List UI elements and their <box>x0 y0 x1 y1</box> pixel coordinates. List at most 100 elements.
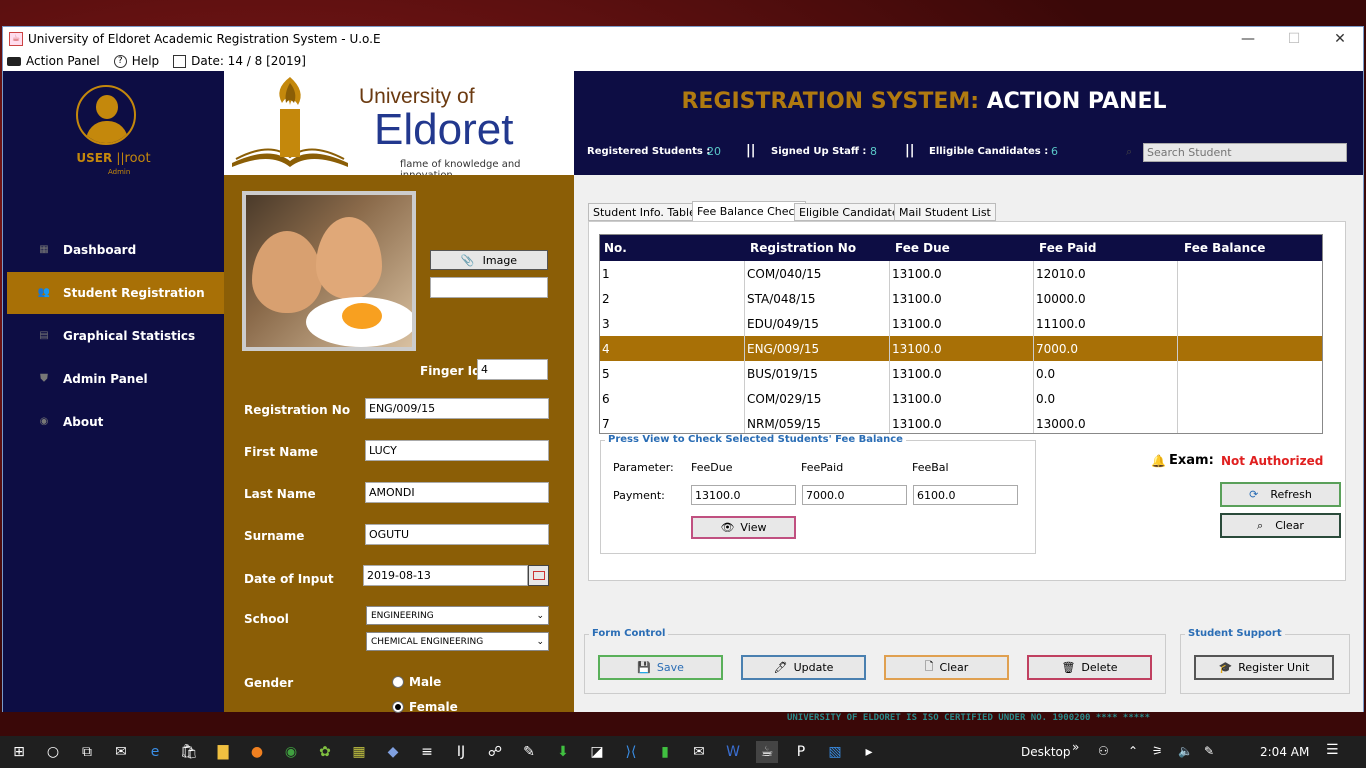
update-button[interactable]: 🖊 Update <box>741 655 866 680</box>
search-input[interactable] <box>1143 143 1347 162</box>
app-icon-5[interactable]: ✎ <box>518 741 540 763</box>
close-button[interactable]: ✕ <box>1317 27 1363 51</box>
table-row[interactable]: 4 ENG/009/15 13100.0 7000.0 <box>600 336 1322 361</box>
app-icon-2[interactable]: ▦ <box>348 741 370 763</box>
table-row[interactable]: 1 COM/040/15 13100.0 12010.0 <box>600 261 1322 286</box>
app-icon-11[interactable]: ▧ <box>824 741 846 763</box>
fee-bal-field[interactable]: 6100.0 <box>913 485 1018 505</box>
gender-male-radio[interactable]: Male <box>392 675 441 689</box>
chrome-icon[interactable]: ◉ <box>280 741 302 763</box>
word-icon[interactable]: W <box>722 741 744 763</box>
desktop-label[interactable]: Desktop <box>1021 745 1071 759</box>
tab-eligible-candidates[interactable]: Eligible Candidates <box>794 203 910 221</box>
image-button[interactable]: 📎 Image <box>430 250 548 270</box>
header: REGISTRATION SYSTEM: ACTION PANEL Regist… <box>574 71 1363 175</box>
maximize-button[interactable]: ☐ <box>1271 27 1317 51</box>
book-torch-emblem-icon <box>232 77 348 167</box>
pen-icon[interactable]: ✎ <box>1204 744 1214 758</box>
volume-icon[interactable]: 🔈 <box>1178 744 1193 758</box>
menu-date[interactable]: Date: 14 / 8 [2019] <box>169 54 306 68</box>
app-icon-4[interactable]: ☍ <box>484 741 506 763</box>
table-row[interactable]: 5 BUS/019/15 13100.0 0.0 <box>600 361 1322 386</box>
exam-clear-button[interactable]: ⌕ Clear <box>1220 513 1341 538</box>
sidebar-item-admin-panel[interactable]: ⛊ Admin Panel <box>7 358 224 400</box>
table-row[interactable]: 7 NRM/059/15 13100.0 13000.0 <box>600 411 1322 433</box>
image-path-field[interactable] <box>430 277 548 298</box>
fee-due-field[interactable]: 13100.0 <box>691 485 796 505</box>
java-taskbar-icon[interactable]: ☕ <box>756 741 778 763</box>
tab-mail-student-list[interactable]: Mail Student List <box>894 203 996 221</box>
minimize-button[interactable]: — <box>1225 27 1271 51</box>
table-row[interactable]: 3 EDU/049/15 13100.0 11100.0 <box>600 311 1322 336</box>
app-icon-1[interactable]: ✿ <box>314 741 336 763</box>
sidebar-item-label: Graphical Statistics <box>63 329 196 343</box>
chevron-up-icon[interactable]: ⌃ <box>1128 744 1138 758</box>
menu-help[interactable]: ? Help <box>110 54 159 68</box>
table-row[interactable]: 6 COM/029/15 13100.0 0.0 <box>600 386 1322 411</box>
calendar-picker-button[interactable] <box>528 565 549 586</box>
page-title: REGISTRATION SYSTEM: ACTION PANEL <box>574 89 1274 114</box>
save-button[interactable]: 💾 Save <box>598 655 723 680</box>
calendar-icon <box>532 571 545 580</box>
table-cell: 6 <box>600 386 745 411</box>
department-select[interactable]: CHEMICAL ENGINEERING ⌄ <box>366 632 549 651</box>
tab-student-info-table[interactable]: Student Info. Table <box>588 203 701 221</box>
clock[interactable]: 2:04 AM <box>1260 745 1309 759</box>
app-icon-9[interactable]: ✉ <box>688 741 710 763</box>
store-icon[interactable]: 🛍 <box>178 741 200 763</box>
refresh-button-label: Refresh <box>1270 488 1312 501</box>
tab-fee-balance-check[interactable]: Fee Balance Check <box>692 201 806 221</box>
table-cell: 13100.0 <box>890 286 1034 311</box>
virtualbox-icon[interactable]: ◆ <box>382 741 404 763</box>
eye-icon: 👁 <box>720 521 735 534</box>
delete-button[interactable]: 🗑 Delete <box>1027 655 1152 680</box>
date-of-input-field[interactable]: 2019-08-13 <box>363 565 528 586</box>
app-icon-10[interactable]: P <box>790 741 812 763</box>
notification-icon[interactable]: ☰ <box>1326 742 1339 758</box>
app-icon-3[interactable]: ≡ <box>416 741 438 763</box>
mail-icon[interactable]: ✉ <box>110 741 132 763</box>
firefox-icon[interactable]: ● <box>246 741 268 763</box>
surname-field[interactable]: OGUTU <box>365 524 549 545</box>
clear-button[interactable]: 🗋 Clear <box>884 655 1009 680</box>
task-view-icon[interactable]: ⧉ <box>76 741 98 763</box>
windows-start-icon[interactable]: ⊞ <box>8 741 30 763</box>
table-row[interactable]: 2 STA/048/15 13100.0 10000.0 <box>600 286 1322 311</box>
finger-id-field[interactable]: 4 <box>477 359 548 380</box>
app-icon-8[interactable]: ▮ <box>654 741 676 763</box>
fee-due-col-label: FeeDue <box>691 461 733 474</box>
gender-label: Gender <box>244 676 294 690</box>
edge-icon[interactable]: e <box>144 741 166 763</box>
refresh-button[interactable]: ⟳ Refresh <box>1220 482 1341 507</box>
app-icon-12[interactable]: ▸ <box>858 741 880 763</box>
first-name-label: First Name <box>244 445 319 459</box>
app-icon-6[interactable]: ⬇ <box>552 741 574 763</box>
gender-female-radio[interactable]: Female <box>392 700 458 714</box>
fee-paid-field[interactable]: 7000.0 <box>802 485 907 505</box>
people-icon[interactable]: ⚇ <box>1098 744 1109 758</box>
sidebar-item-student-registration[interactable]: 👥 Student Registration <box>7 272 224 314</box>
view-button[interactable]: 👁 View <box>691 516 796 539</box>
sidebar-item-dashboard[interactable]: ▦ Dashboard <box>7 229 224 271</box>
last-name-field[interactable]: AMONDI <box>365 482 549 503</box>
folder-icon[interactable]: ▇ <box>212 741 234 763</box>
table-cell <box>1178 411 1322 433</box>
chevron-right-icon[interactable]: » <box>1072 740 1079 754</box>
role-label: Admin <box>108 168 131 176</box>
register-unit-button[interactable]: 🎓 Register Unit <box>1194 655 1334 680</box>
vscode-icon[interactable]: ⟩⟨ <box>620 741 642 763</box>
registration-no-field[interactable]: ENG/009/15 <box>365 398 549 419</box>
first-name-field[interactable]: LUCY <box>365 440 549 461</box>
user-head-icon <box>96 95 118 119</box>
table-cell: 13100.0 <box>890 336 1034 361</box>
gender-female-label: Female <box>409 700 458 714</box>
app-icon-7[interactable]: ◪ <box>586 741 608 763</box>
sidebar-item-about[interactable]: ◉ About <box>7 401 224 443</box>
page-title-rest: ACTION PANEL <box>986 89 1167 114</box>
search-circle-icon[interactable]: ○ <box>42 741 64 763</box>
menu-action-panel[interactable]: Action Panel <box>3 54 100 68</box>
intellij-icon[interactable]: IJ <box>450 741 472 763</box>
wifi-icon[interactable]: ⚞ <box>1152 744 1163 758</box>
sidebar-item-graphical-statistics[interactable]: ▤ Graphical Statistics <box>7 315 224 357</box>
school-select[interactable]: ENGINEERING ⌄ <box>366 606 549 625</box>
